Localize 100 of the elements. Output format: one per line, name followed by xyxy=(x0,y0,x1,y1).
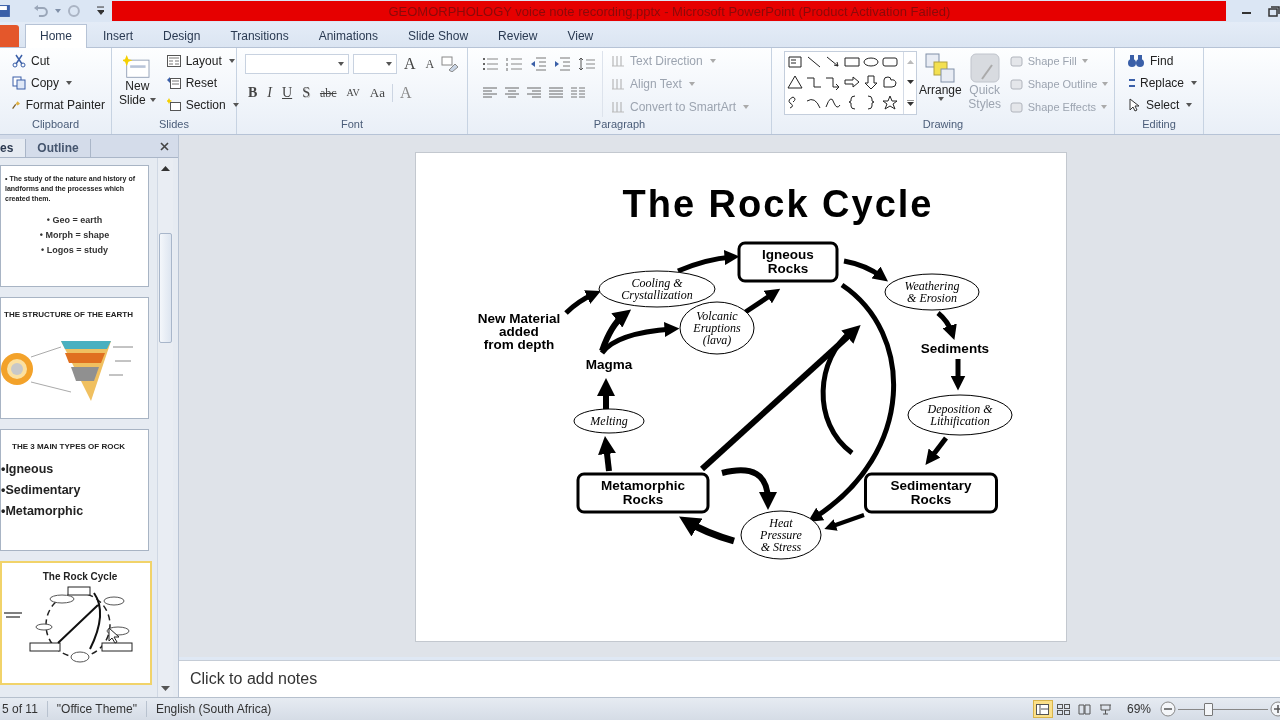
format-button[interactable]: B xyxy=(245,84,261,102)
section-button[interactable]: Section xyxy=(164,95,241,114)
reset-button[interactable]: Reset xyxy=(164,73,241,92)
restore-icon[interactable] xyxy=(1268,5,1280,17)
eraser-icon[interactable] xyxy=(441,56,460,72)
slide-thumbnail[interactable]: THE STRUCTURE OF THE EARTH xyxy=(0,297,149,419)
shrink-font-button[interactable]: A xyxy=(422,55,438,73)
group-label: Paragraph xyxy=(592,117,647,132)
format-button[interactable]: I xyxy=(264,84,275,102)
ribbon-tab[interactable]: Review xyxy=(484,25,552,47)
group-label: Slides xyxy=(158,117,190,132)
ribbon-tab[interactable]: View xyxy=(553,25,608,47)
rock-type-box: Sedimentary Rocks xyxy=(863,472,998,514)
replace-button[interactable]: Replace xyxy=(1125,73,1199,92)
elbow-arrow-icon[interactable] xyxy=(825,75,841,90)
screen-icon xyxy=(1099,703,1113,715)
shapes-gallery[interactable] xyxy=(784,51,917,115)
caret-icon xyxy=(228,58,235,63)
reset-icon xyxy=(166,76,181,89)
slide-thumbnail[interactable]: The Rock Cycle xyxy=(0,561,152,685)
format-button[interactable]: abc xyxy=(316,84,340,102)
ribbon-tab[interactable]: Animations xyxy=(304,25,392,47)
format-button[interactable]: S xyxy=(299,84,313,102)
scroll-thumb[interactable] xyxy=(159,233,172,343)
caret-icon xyxy=(938,97,945,101)
ribbon-tab[interactable]: Design xyxy=(149,25,215,47)
ribbon-tab[interactable]: Home xyxy=(25,24,87,48)
decrease-indent-icon[interactable] xyxy=(530,57,548,71)
curve-icon[interactable] xyxy=(825,95,841,110)
pane-tab[interactable]: Outline xyxy=(26,139,91,157)
ribbon-tab[interactable]: Slide Show xyxy=(394,25,483,47)
normal-view-button[interactable] xyxy=(1032,700,1053,718)
close-icon[interactable] xyxy=(160,142,169,151)
curved-shape-icon[interactable] xyxy=(882,75,898,90)
flow-arrow xyxy=(742,288,780,316)
caret-icon xyxy=(688,82,695,86)
text-box-icon[interactable] xyxy=(787,55,803,70)
scroll-down-icon[interactable] xyxy=(161,686,170,691)
caret-icon xyxy=(1081,59,1088,63)
group-label: Editing xyxy=(1141,117,1177,132)
line-spacing-icon[interactable] xyxy=(578,57,596,71)
save-icon[interactable] xyxy=(0,4,11,18)
scroll-down-icon[interactable] xyxy=(906,80,914,84)
star-icon[interactable] xyxy=(882,95,898,110)
cut-button[interactable]: Cut xyxy=(10,51,107,70)
format-button[interactable]: Aa xyxy=(366,84,388,102)
thumbnail-bullet: •Igneous xyxy=(1,461,55,478)
caret-icon[interactable] xyxy=(54,9,61,13)
flow-arrow xyxy=(596,378,615,409)
slide-thumbnail[interactable]: THE 3 MAIN TYPES OF ROCK •Igneous •Sedimentary •Metamorphic xyxy=(0,429,149,551)
notes-placeholder: Click to add notes xyxy=(190,670,318,689)
format-button[interactable]: U xyxy=(279,84,296,102)
new-slide-button[interactable]: New Slide xyxy=(116,51,159,117)
caret-icon xyxy=(1101,105,1107,109)
increase-indent-icon[interactable] xyxy=(554,57,572,71)
font-size-field[interactable] xyxy=(353,54,397,74)
window-title: GEOMORPHOLOGY voice note recording.pptx - Microsoft PowerPoint (Product Activation Failed) xyxy=(112,1,1227,21)
zoom-slider-thumb[interactable] xyxy=(1203,702,1213,716)
diagram-label: New Material added from depth xyxy=(477,311,560,352)
rock-type-box: Metamorphic Rocks xyxy=(576,472,709,514)
theme-name[interactable]: "Office Theme" xyxy=(47,701,147,717)
scroll-up-icon[interactable] xyxy=(161,166,170,171)
flow-arrow xyxy=(950,359,965,391)
grow-font-button[interactable]: A xyxy=(401,55,419,73)
notes-pane[interactable]: Click to add notes xyxy=(179,660,1280,697)
pane-tab[interactable]: es xyxy=(0,139,27,157)
zoom-level[interactable]: 69% xyxy=(1126,702,1151,716)
arrow-icon[interactable] xyxy=(825,55,841,70)
select-button[interactable]: Select xyxy=(1125,95,1199,114)
find-button[interactable]: Find xyxy=(1125,51,1199,70)
ribbon-tab[interactable]: Insert xyxy=(89,25,148,47)
normal-view-icon xyxy=(1036,703,1050,715)
down-arrow-icon[interactable] xyxy=(863,75,879,90)
language-indicator[interactable]: English (South Africa) xyxy=(146,701,281,717)
thumbnail-title: The Rock Cycle xyxy=(41,570,119,582)
copy-icon xyxy=(12,75,26,90)
arrange-button[interactable]: Arrange xyxy=(918,51,963,117)
format-button[interactable]: AV xyxy=(343,84,363,102)
caret-icon xyxy=(1191,80,1197,85)
font-name-field[interactable] xyxy=(245,54,349,74)
zoom-out-icon[interactable] xyxy=(1160,701,1176,717)
expand-gallery-icon[interactable] xyxy=(906,100,914,106)
scrollbar[interactable] xyxy=(157,158,173,697)
caret-icon xyxy=(232,102,239,107)
caret-icon xyxy=(149,98,156,102)
ribbon-tab[interactable]: Transitions xyxy=(216,25,303,47)
thumbnail-bullet: •Sedimentary xyxy=(1,482,82,499)
copy-button[interactable]: Copy xyxy=(10,73,107,92)
format-painter-button[interactable]: Format Painter xyxy=(10,95,107,114)
caret-icon xyxy=(386,62,392,66)
caret-icon xyxy=(338,62,344,66)
process-ellipse: Heat Pressure & Stress xyxy=(740,510,821,560)
line-icon[interactable] xyxy=(806,55,822,70)
caret-icon xyxy=(66,80,72,85)
section-icon xyxy=(166,98,181,111)
customize-icon[interactable] xyxy=(96,6,105,16)
layout-button[interactable]: Layout xyxy=(164,51,241,70)
right-arrow-icon[interactable] xyxy=(844,75,860,90)
triangle-icon[interactable] xyxy=(787,75,803,90)
bullets-icon[interactable] xyxy=(482,57,500,71)
